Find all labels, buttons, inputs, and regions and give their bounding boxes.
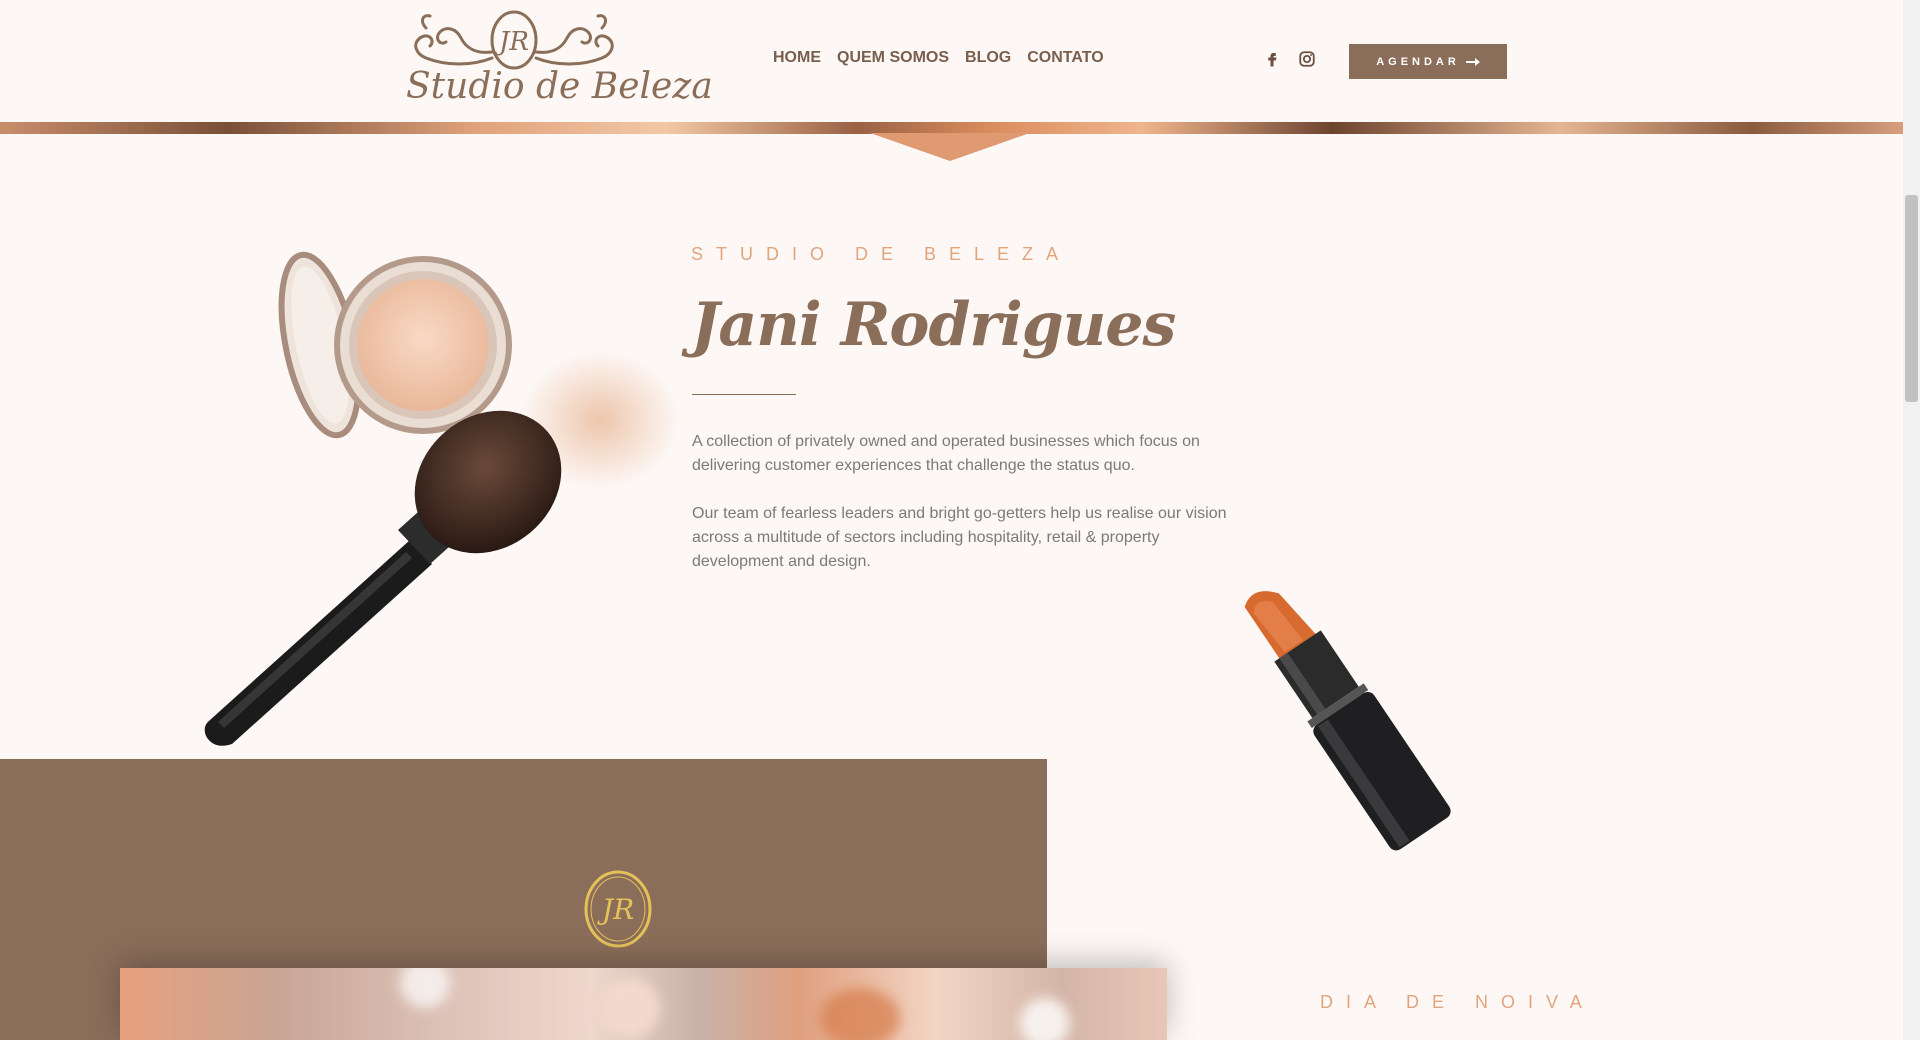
site-logo[interactable]: JR Studio de Beleza [406, 8, 713, 114]
about-title: Jani Rodrigues [691, 290, 1176, 360]
scrollbar-track[interactable] [1903, 0, 1920, 1040]
title-divider [692, 394, 796, 395]
logo-monogram-text: JR [494, 27, 529, 57]
about-paragraph-2: Our team of fearless leaders and bright … [692, 505, 1227, 570]
arrow-right-icon [1465, 57, 1480, 66]
main-nav: HOME QUEM SOMOS BLOG CONTATO [773, 49, 1104, 67]
about-paragraph-1: A collection of privately owned and oper… [692, 433, 1200, 474]
agendar-button[interactable]: AGENDAR [1349, 44, 1507, 79]
nav-quem-somos[interactable]: QUEM SOMOS [837, 49, 949, 67]
services-eyebrow: DIA DE NOIVA [1320, 992, 1595, 1012]
compact-powder-and-brush-image [204, 251, 680, 746]
nav-home[interactable]: HOME [773, 49, 821, 67]
facebook-icon[interactable] [1263, 50, 1281, 68]
lipstick-image [1244, 591, 1451, 851]
nav-contato[interactable]: CONTATO [1027, 49, 1103, 67]
monogram-badge-icon: JR [584, 870, 652, 948]
agendar-label: AGENDAR [1376, 55, 1460, 68]
services-photo [120, 968, 1167, 1040]
about-eyebrow: STUDIO DE BELEZA [691, 244, 1072, 264]
hero-notch-decoration [870, 133, 1030, 161]
nav-blog[interactable]: BLOG [965, 49, 1011, 67]
site-header: JR Studio de Beleza HOME QUEM SOMOS BLOG… [0, 0, 1903, 122]
scrollbar-thumb[interactable] [1905, 195, 1918, 402]
instagram-icon[interactable] [1298, 50, 1316, 68]
logo-text: Studio de Beleza [406, 66, 713, 107]
monogram-text: JR [597, 893, 634, 926]
